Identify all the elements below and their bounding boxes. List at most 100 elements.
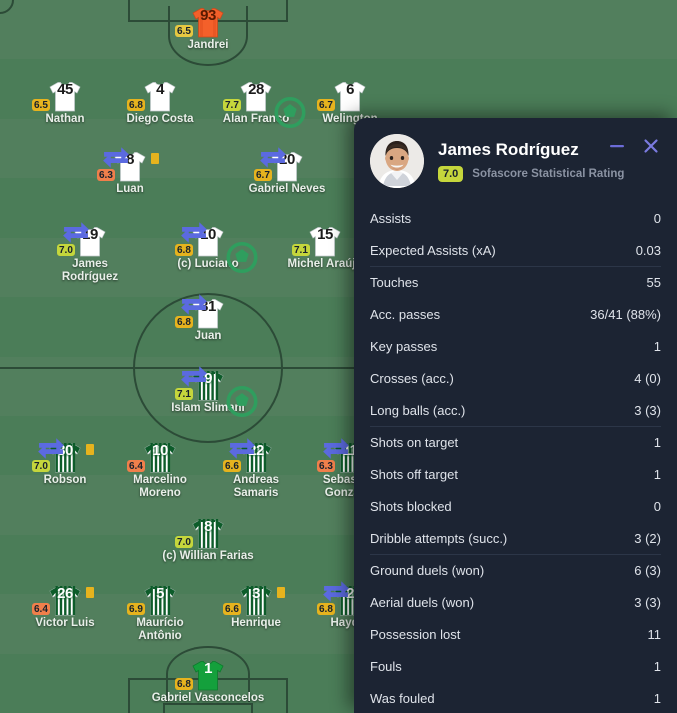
app-root: 93 6.5 Jandrei 45 6.5 Nathan 4 6.8 Diego Costa 28… [0, 0, 677, 713]
shirt-number: 45 [57, 81, 73, 98]
stat-value: 1 [653, 658, 661, 674]
player-rating-badge: 6.4 [32, 603, 50, 615]
player-token[interactable]: 31 6.8 Juan [148, 293, 268, 343]
shirt-icon: 10 6.4 [127, 442, 177, 473]
player-kit-row: 20 6.7 [227, 146, 347, 182]
close-icon[interactable] [641, 136, 661, 156]
panel-header: James Rodríguez 7.0 Sofascore Statistica… [354, 118, 677, 202]
player-token[interactable]: 8 6.3 Luan [70, 146, 190, 196]
player-rating-badge: 6.9 [127, 603, 145, 615]
player-token[interactable]: 19 7.0 James Rodríguez [30, 221, 150, 283]
substitution-icon [177, 289, 207, 315]
minimize-icon[interactable] [607, 136, 627, 156]
player-kit-row: 8 6.3 [70, 146, 190, 182]
stat-row: Possession lost 11 [370, 618, 661, 650]
substitution-icon [225, 433, 255, 459]
player-kit-row: 10 6.8 [148, 221, 268, 273]
shirt-number: 10 [152, 442, 168, 459]
stat-value: 3 (3) [634, 594, 661, 610]
stat-row: Crosses (acc.) 4 (0) [370, 362, 661, 394]
stat-label: Possession lost [370, 626, 461, 642]
player-token[interactable]: 20 6.7 Gabriel Neves [227, 146, 347, 196]
shirt-icon: 10 6.8 [175, 222, 258, 273]
stat-row: Aerial duels (won) 3 (3) [370, 586, 661, 618]
shirt-icon: 20 6.7 [254, 147, 304, 182]
player-token[interactable]: 1 6.8 Gabriel Vasconcelos [148, 655, 268, 705]
stat-label: Long balls (acc.) [370, 402, 466, 418]
player-rating-badge: 7.0 [175, 536, 193, 548]
shirt-icon: 30 7.0 [32, 438, 94, 473]
shirt-number: 1 [204, 660, 212, 677]
substitution-icon [59, 217, 89, 243]
shirt-icon: 4 6.8 [127, 81, 177, 112]
shirt-icon: 3 6.6 [223, 585, 285, 616]
stat-row: Long balls (acc.) 3 (3) [370, 394, 661, 426]
player-token[interactable]: 8 7.0 (c) Willian Farias [148, 513, 268, 563]
player-name-label: Gabriel Vasconcelos [151, 692, 265, 704]
shirt-number: 8 [204, 518, 212, 535]
goal-ball-icon [225, 386, 258, 417]
shirt-number: 28 [248, 81, 264, 98]
player-rating-badge: 6.6 [223, 603, 241, 615]
substitution-icon [177, 361, 207, 387]
player-kit-row: 19 7.0 [30, 221, 150, 257]
stat-value: 3 (2) [634, 530, 661, 546]
substitution-icon [319, 576, 349, 602]
stat-value: 55 [646, 275, 661, 290]
shirt-number: 93 [200, 7, 216, 24]
pitch-stripe [0, 0, 677, 60]
player-name-label: Juan [194, 330, 222, 342]
player-header-info: James Rodríguez 7.0 Sofascore Statistica… [438, 140, 624, 182]
stat-value: 1 [653, 690, 661, 706]
player-rating-badge: 6.8 [127, 99, 145, 111]
player-kit-row: 9 7.1 [148, 365, 268, 417]
stat-row: Dribble attempts (succ.) 3 (2) [370, 522, 661, 554]
player-kit-row: 1 6.8 [148, 655, 268, 691]
shirt-icon: 19 7.0 [57, 222, 107, 257]
player-token[interactable]: 93 6.5 Jandrei [148, 2, 268, 52]
player-rating-badge: 6.8 [175, 678, 193, 690]
goal-ball-icon [273, 97, 306, 128]
stat-row: Touches 55 [370, 266, 661, 298]
panel-player-name: James Rodríguez [438, 140, 579, 159]
shirt-number: 15 [317, 226, 333, 243]
player-kit-row: 31 6.8 [148, 293, 268, 329]
stat-value: 1 [653, 435, 661, 450]
shirt-icon: 1 6.8 [175, 660, 225, 691]
player-token[interactable]: 9 7.1 Islam Slimani [148, 365, 268, 417]
player-rating-badge: 6.5 [175, 25, 193, 37]
yellow-card-icon [86, 444, 94, 455]
stat-label: Key passes [370, 338, 438, 354]
stat-label: Ground duels (won) [370, 563, 485, 578]
shirt-icon: 6 6.7 [317, 81, 367, 112]
shirt-number: 6 [346, 81, 354, 98]
player-name-label: Luan [116, 183, 144, 195]
player-token[interactable]: 10 6.8 (c) Luciano [148, 221, 268, 273]
shirt-number: 5 [156, 585, 164, 602]
player-kit-row: 8 7.0 [148, 513, 268, 549]
shirt-icon: 28 7.7 [223, 81, 306, 128]
shirt-icon: 8 6.3 [97, 147, 159, 182]
player-name-label: Jandrei [187, 39, 229, 51]
substitution-icon [177, 217, 207, 243]
stat-value: 4 (0) [634, 370, 661, 386]
stat-value: 36/41 (88%) [590, 306, 661, 322]
player-name-label: Gabriel Neves [248, 183, 326, 195]
player-rating-badge: 6.7 [317, 99, 335, 111]
yellow-card-icon [86, 587, 94, 598]
stat-label: Was fouled [370, 690, 435, 706]
shirt-icon: 93 6.5 [175, 7, 225, 38]
stat-row: Fouls 1 [370, 650, 661, 682]
player-rating-badge: 7.7 [223, 99, 241, 111]
stat-label: Aerial duels (won) [370, 594, 475, 610]
shirt-icon: 9 7.1 [175, 366, 258, 417]
stat-label: Fouls [370, 658, 402, 674]
shirt-icon: 26 6.4 [32, 585, 94, 616]
substitution-icon [34, 433, 64, 459]
stat-row: Was fouled 1 [370, 682, 661, 713]
goal-area-bottom [163, 703, 253, 713]
panel-rating-line: 7.0 Sofascore Statistical Rating [438, 166, 624, 182]
panel-window-controls [607, 136, 661, 156]
sofascore-rating-badge: 7.0 [438, 166, 464, 182]
stat-row: Shots blocked 0 [370, 490, 661, 522]
